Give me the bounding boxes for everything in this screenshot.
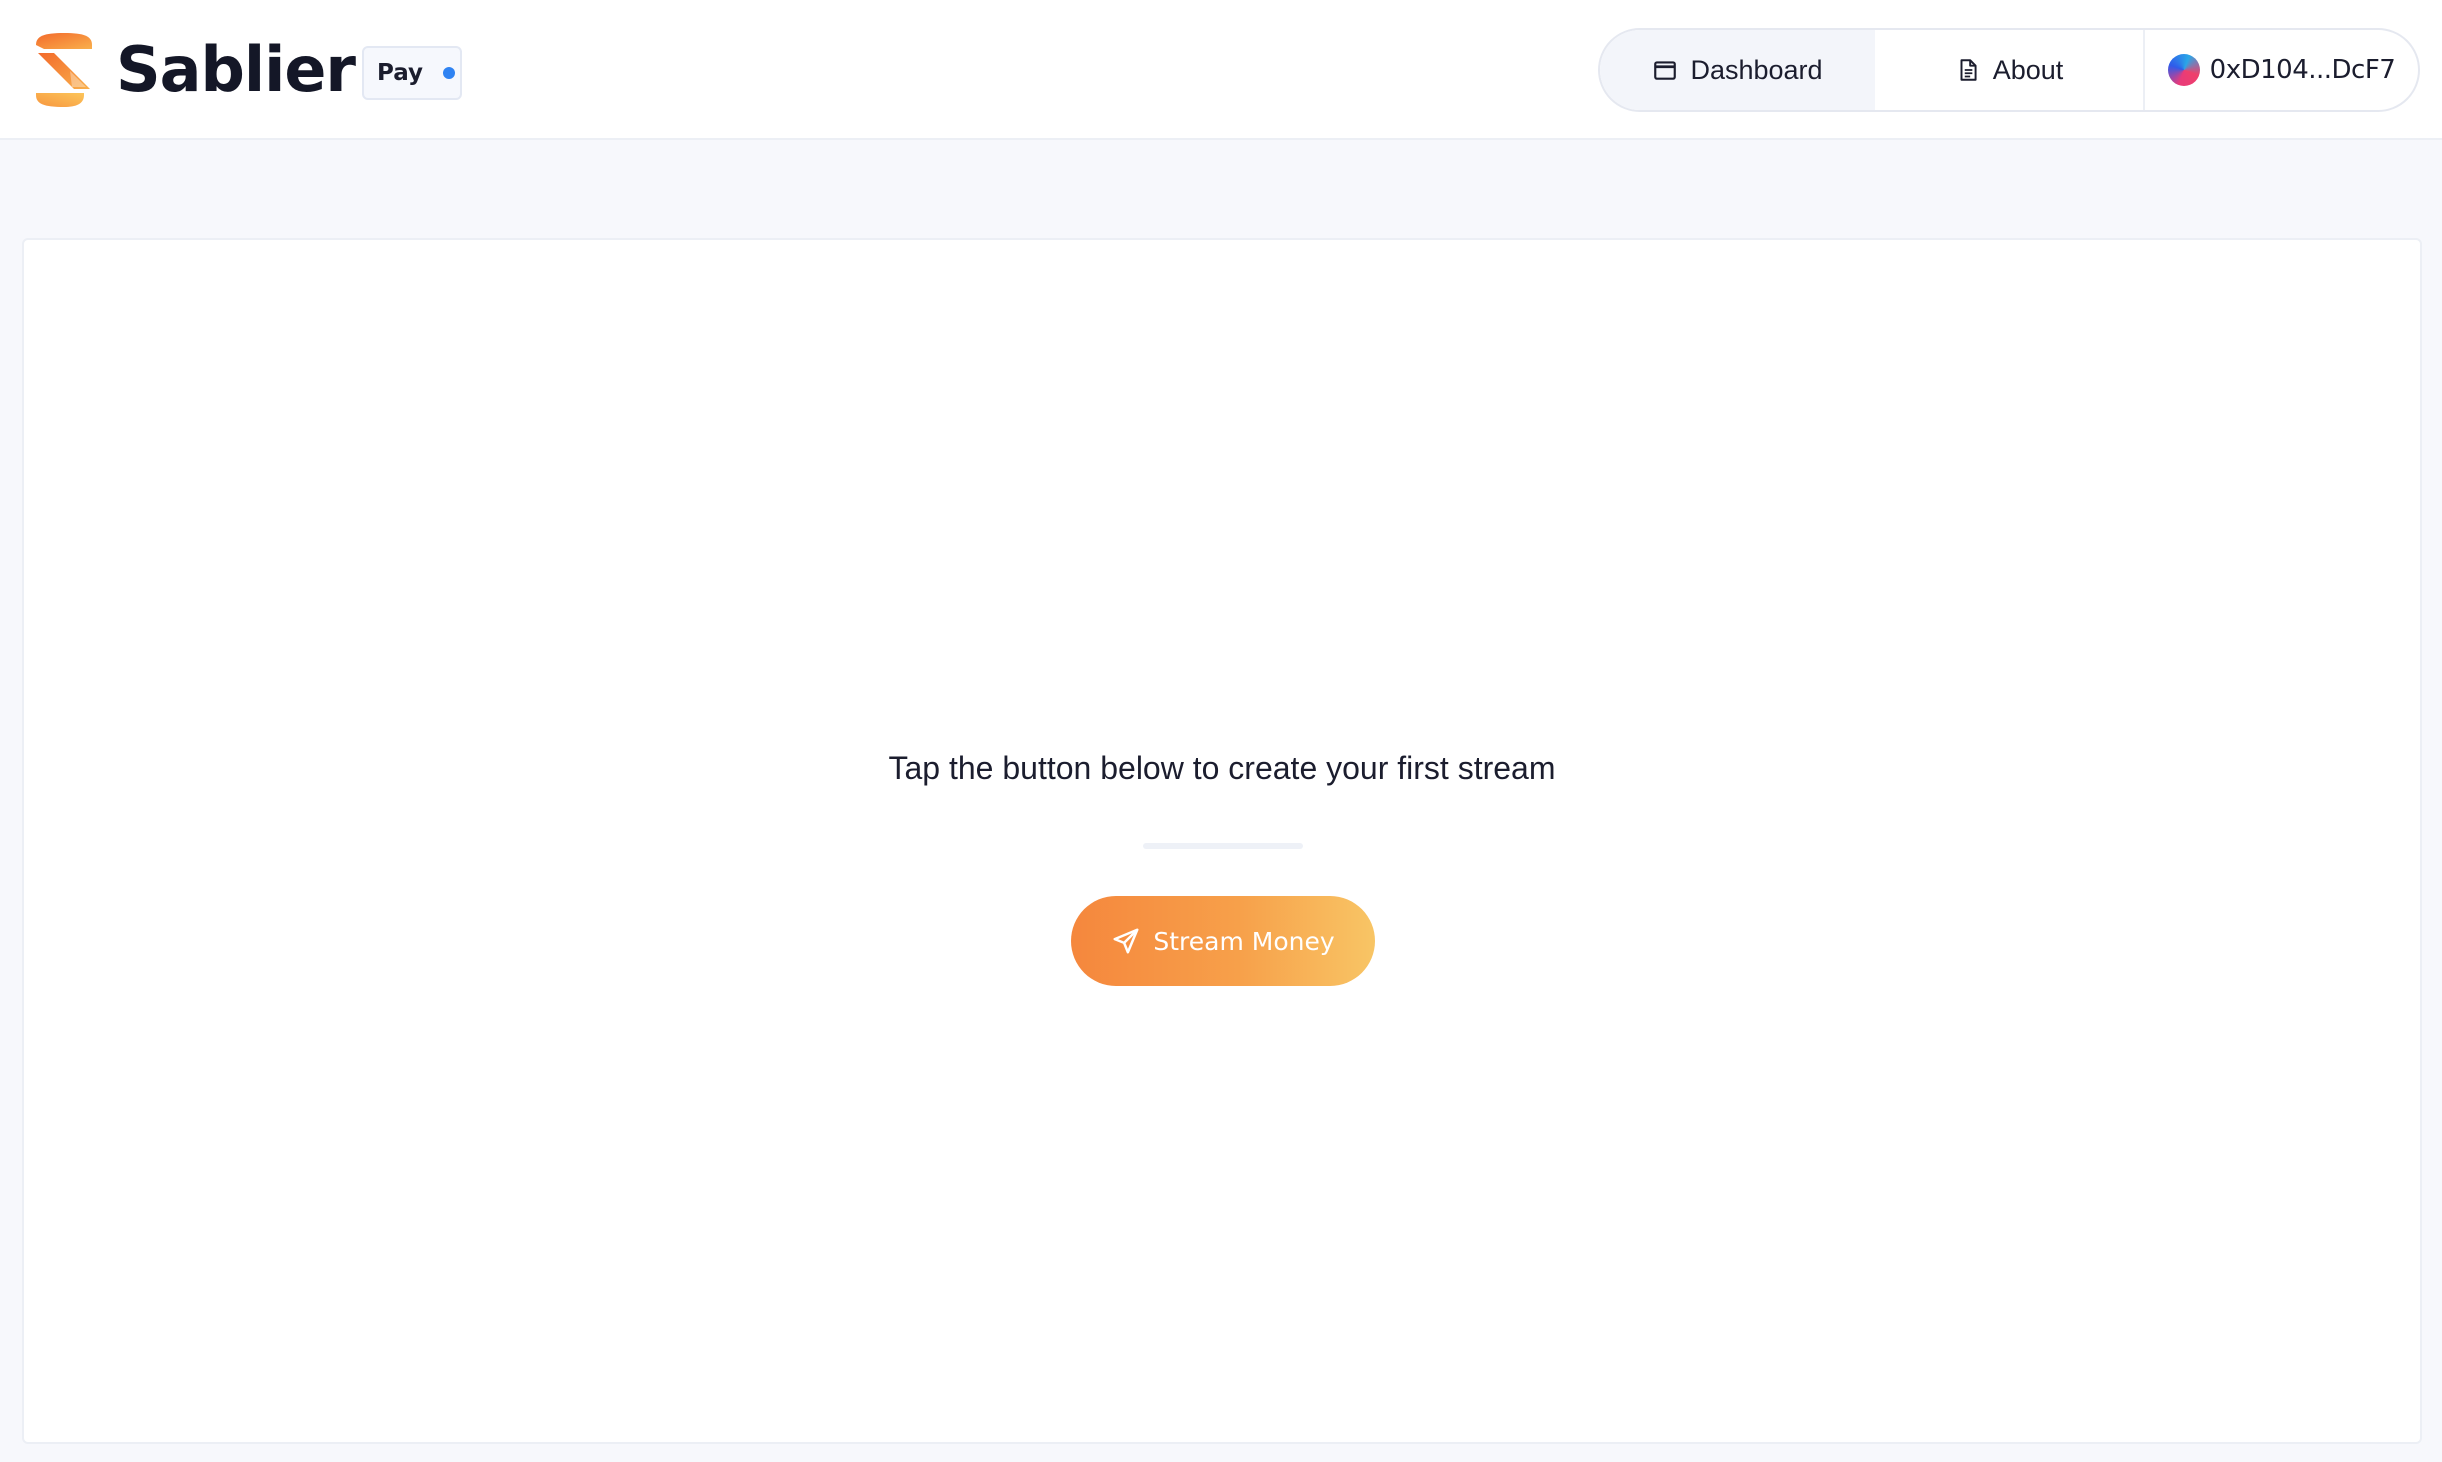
nav-dashboard[interactable]: Dashboard [1600, 30, 1875, 110]
product-badge[interactable]: Pay [362, 46, 462, 100]
nav-about-label: About [1992, 54, 2064, 85]
wallet-address: 0xD104...DcF7 [2209, 55, 2396, 85]
top-nav: Dashboard About 0xD104...DcF7 [1598, 28, 2420, 112]
brand[interactable]: Sablier [32, 30, 356, 110]
top-header: Sablier Pay Dashboard About 0xD104...DcF… [0, 0, 2442, 140]
document-icon [1960, 59, 1977, 81]
brand-name: Sablier [116, 33, 356, 106]
wallet-button[interactable]: 0xD104...DcF7 [2145, 30, 2418, 110]
window-icon [1654, 61, 1677, 80]
send-icon [1113, 928, 1139, 954]
product-badge-label: Pay [377, 60, 424, 86]
nav-dashboard-label: Dashboard [1690, 54, 1823, 85]
stream-money-button[interactable]: Stream Money [1071, 896, 1375, 986]
empty-state-message: Tap the button below to create your firs… [888, 750, 1556, 786]
streams-empty-state-card: Tap the button below to create your firs… [22, 238, 2422, 1444]
divider [1143, 843, 1303, 849]
status-dot [443, 67, 456, 79]
sablier-logo-icon [36, 33, 92, 107]
nav-about[interactable]: About [1875, 30, 2145, 110]
stream-money-label: Stream Money [1153, 926, 1335, 956]
wallet-avatar-icon [2167, 54, 2200, 86]
